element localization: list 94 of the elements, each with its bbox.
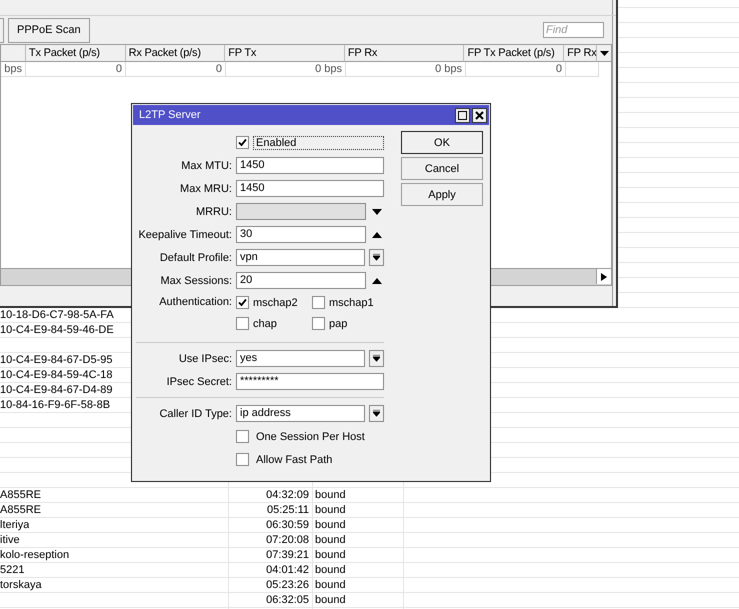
table-cell-text: 06:32:05 — [265, 593, 310, 608]
input-field[interactable]: 1450 — [236, 180, 384, 197]
dialog-button[interactable]: Cancel — [401, 157, 483, 180]
table-cell-text: bound — [314, 593, 347, 608]
table-cell-text: 07:20:08 — [265, 533, 310, 548]
checkbox[interactable] — [312, 317, 325, 330]
column-menu-button[interactable] — [597, 45, 612, 62]
input-field[interactable]: 20 — [236, 272, 366, 289]
pppoe-scan-button[interactable]: PPPoE Scan — [8, 18, 90, 42]
field-label: Authentication: — [158, 296, 232, 308]
right-arrow-icon[interactable] — [601, 272, 607, 280]
dropdown-button[interactable] — [369, 350, 384, 367]
table-cell-text: bound — [314, 503, 347, 518]
input-field[interactable]: ********* — [236, 373, 384, 390]
table-cell: 10-18-D6-C7-98-5A-FA — [0, 308, 114, 323]
table-cell: 5221 — [0, 563, 24, 578]
field-label: Max Sessions: — [159, 274, 232, 286]
field-label: MRRU: — [194, 206, 232, 218]
table-cell: 10-C4-E9-84-59-4C-18 — [0, 368, 112, 383]
table-cell: 0 — [466, 62, 566, 77]
checkbox-label[interactable]: pap — [329, 318, 348, 330]
table-cell: bps — [1, 62, 26, 77]
table-cell: 0 bps — [346, 62, 466, 77]
table-cell-text: 04:01:42 — [265, 563, 310, 578]
table-cell-text: bound — [314, 518, 347, 533]
column-header[interactable]: FP Rx — [564, 45, 598, 62]
dropdown-arrow-icon — [373, 254, 380, 261]
table-cell-text: bound — [314, 578, 347, 593]
checkbox-label[interactable]: One Session Per Host — [253, 430, 368, 444]
find-field[interactable]: Find — [543, 22, 604, 38]
checkbox[interactable] — [236, 453, 249, 466]
dropdown-button[interactable] — [369, 405, 384, 422]
column-header[interactable]: FP Tx — [225, 45, 345, 62]
table-cell-text: 05:23:26 — [265, 578, 310, 593]
table-cell: A855RE — [0, 488, 41, 503]
table-cell: torskaya — [0, 578, 42, 593]
checkbox-label[interactable]: mschap2 — [253, 296, 298, 308]
checkbox-label[interactable]: Enabled — [253, 136, 384, 150]
input-field[interactable]: 1450 — [236, 157, 384, 174]
down-triangle-icon — [600, 50, 609, 56]
maximize-button[interactable] — [455, 108, 470, 122]
table-cell: kolo-reseption — [0, 548, 70, 563]
column-header[interactable]: FP Tx Packet (p/s) — [464, 45, 564, 62]
checkbox[interactable] — [236, 430, 249, 443]
dropdown-arrow-icon — [373, 355, 380, 362]
table-cell: itive — [0, 533, 20, 548]
checkbox[interactable] — [312, 296, 325, 309]
checkbox[interactable] — [236, 296, 249, 309]
input-field[interactable]: vpn — [236, 249, 366, 266]
table-cell — [566, 62, 599, 77]
checkbox[interactable] — [236, 317, 249, 330]
table-cell: 0 — [126, 62, 226, 77]
dialog-button[interactable]: OK — [401, 131, 483, 154]
field-label: Caller ID Type: — [158, 408, 232, 420]
input-field[interactable]: yes — [236, 350, 366, 367]
column-header[interactable]: Tx Packet (p/s) — [26, 45, 126, 62]
table-cell: A855RE — [0, 503, 41, 518]
field-label: Max MRU: — [179, 182, 232, 194]
down-triangle-icon[interactable] — [372, 208, 382, 214]
field-label: Use IPsec: — [178, 352, 232, 364]
checkbox[interactable] — [236, 136, 249, 149]
table-cell-text: 06:30:59 — [265, 518, 310, 533]
checkbox-label[interactable]: Allow Fast Path — [253, 452, 336, 466]
checkbox-label[interactable]: chap — [253, 318, 277, 330]
column-header[interactable]: Rx Packet (p/s) — [126, 45, 226, 62]
table-cell: lteriya — [0, 518, 30, 533]
column-header[interactable]: FP Rx — [344, 45, 464, 62]
up-triangle-icon[interactable] — [372, 232, 382, 238]
dropdown-button[interactable] — [369, 249, 384, 266]
field-label: Default Profile: — [158, 252, 232, 264]
table-cell-text: 07:39:21 — [265, 548, 310, 563]
input-field[interactable]: 30 — [236, 226, 366, 243]
close-button[interactable] — [472, 108, 487, 122]
table-cell-text: bound — [314, 533, 347, 548]
dropdown-arrow-icon — [373, 410, 380, 417]
window-title: L2TP Server — [139, 109, 201, 121]
table-cell-text: bound — [314, 548, 347, 563]
table-cell: 0 bps — [226, 62, 346, 77]
table-cell-text: bound — [314, 563, 347, 578]
input-field[interactable]: ip address — [236, 405, 366, 422]
table-cell: 10-C4-E9-84-59-46-DE — [0, 323, 114, 338]
table-cell-text: 04:32:09 — [265, 488, 310, 503]
field-label: IPsec Secret: — [166, 376, 232, 388]
up-triangle-icon[interactable] — [372, 278, 382, 284]
field-label: Keepalive Timeout: — [137, 228, 232, 240]
table-cell-text: bound — [314, 488, 347, 503]
table-cell: 0 — [26, 62, 126, 77]
table-cell: 10-C4-E9-84-67-D4-89 — [0, 383, 112, 398]
table-cell: 10-C4-E9-84-67-D5-95 — [0, 353, 112, 368]
checkbox-label[interactable]: mschap1 — [329, 296, 374, 308]
table-cell: 10-84-16-F9-6F-58-8B — [0, 398, 110, 413]
field-label: Max MTU: — [180, 160, 232, 172]
dialog-button[interactable]: Apply — [401, 183, 483, 206]
table-cell-text: 05:25:11 — [266, 503, 310, 518]
